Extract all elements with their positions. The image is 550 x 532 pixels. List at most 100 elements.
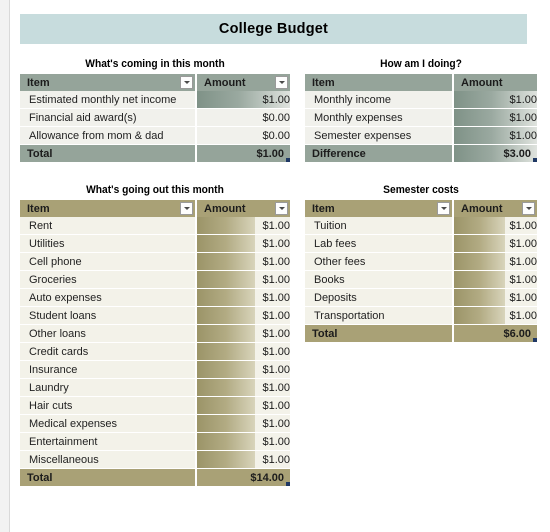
table-row[interactable]: Hair cuts $1.00 [20,396,290,415]
table-row[interactable]: Insurance $1.00 [20,360,290,379]
table-row[interactable]: Allowance from mom & dad $0.00 [20,126,290,145]
cell-item[interactable]: Credit cards [20,342,196,361]
cell-amount[interactable]: $1.00 [195,252,290,271]
cell-item[interactable]: Other loans [20,324,196,343]
cell-amount[interactable]: $1.00 [195,432,290,451]
cell-amount[interactable]: $1.00 [195,288,290,307]
cell-amount[interactable]: $1.00 [195,234,290,253]
table-resize-handle[interactable] [286,482,290,486]
cell-amount[interactable]: $1.00 [195,324,290,343]
table-row[interactable]: Medical expenses $1.00 [20,414,290,433]
table-row[interactable]: Estimated monthly net income $1.00 [20,91,290,109]
table-row[interactable]: Laundry $1.00 [20,378,290,397]
cell-amount[interactable]: $1.00 [195,342,290,361]
table-row[interactable]: Semester expenses $1.00 [305,126,537,145]
filter-dropdown-item-icon[interactable] [180,202,193,215]
filter-dropdown-amount-icon[interactable] [275,76,288,89]
cell-amount[interactable]: $1.00 [195,396,290,415]
cell-item[interactable]: Auto expenses [20,288,196,307]
cell-item[interactable]: Tuition [305,217,453,235]
data-bar [454,289,506,306]
cell-amount[interactable]: $1.00 [452,91,537,109]
amount-value: $1.00 [509,111,537,124]
table-row[interactable]: Financial aid award(s) $0.00 [20,108,290,127]
cell-item[interactable]: Monthly expenses [305,108,453,127]
table-row[interactable]: Monthly expenses $1.00 [305,108,537,127]
cell-item[interactable]: Utilities [20,234,196,253]
table-row[interactable]: Lab fees $1.00 [305,234,537,253]
cell-amount[interactable]: $1.00 [195,414,290,433]
table-resize-handle[interactable] [286,158,290,162]
table-row[interactable]: Tuition $1.00 [305,217,537,235]
cell-amount[interactable]: $1.00 [452,217,537,235]
cell-amount[interactable]: $1.00 [195,360,290,379]
table-row[interactable]: Groceries $1.00 [20,270,290,289]
cell-item[interactable]: Medical expenses [20,414,196,433]
cell-amount[interactable]: $1.00 [195,217,290,235]
table-row[interactable]: Monthly income $1.00 [305,91,537,109]
cell-item[interactable]: Cell phone [20,252,196,271]
cell-item[interactable]: Semester expenses [305,126,453,145]
table-body: Item Amount Estimated monthly net income $1… [20,74,290,162]
amount-value: $1.00 [262,363,290,376]
column-header-amount: Amount [195,74,290,91]
cell-item[interactable]: Lab fees [305,234,453,253]
cell-item[interactable]: Monthly income [305,91,453,109]
cell-amount[interactable]: $1.00 [452,234,537,253]
cell-item[interactable]: Financial aid award(s) [20,108,196,127]
cell-item[interactable]: Deposits [305,288,453,307]
data-bar [197,289,255,306]
table-row[interactable]: Rent $1.00 [20,217,290,235]
cell-item[interactable]: Books [305,270,453,289]
filter-dropdown-item-icon[interactable] [437,202,450,215]
total-amount-cell: $6.00 [452,324,537,342]
column-header-amount: Amount [195,200,290,217]
cell-amount[interactable]: $1.00 [195,450,290,469]
cell-item[interactable]: Estimated monthly net income [20,91,196,109]
table-row[interactable]: Utilities $1.00 [20,234,290,253]
filter-dropdown-item-icon[interactable] [180,76,193,89]
table-row[interactable]: Deposits $1.00 [305,288,537,307]
cell-amount[interactable]: $1.00 [452,306,537,325]
table-row[interactable]: Miscellaneous $1.00 [20,450,290,469]
table-resize-handle[interactable] [533,338,537,342]
data-bar [197,235,255,252]
filter-dropdown-amount-icon[interactable] [522,202,535,215]
cell-item[interactable]: Laundry [20,378,196,397]
cell-amount[interactable]: $1.00 [452,108,537,127]
table-row[interactable]: Books $1.00 [305,270,537,289]
table-row[interactable]: Student loans $1.00 [20,306,290,325]
cell-amount[interactable]: $1.00 [452,288,537,307]
table-resize-handle[interactable] [533,158,537,162]
table-row[interactable]: Cell phone $1.00 [20,252,290,271]
table-row[interactable]: Credit cards $1.00 [20,342,290,361]
table-status: How am I doing? Item Amount Monthly income… [305,58,537,162]
cell-item[interactable]: Transportation [305,306,453,325]
table-row[interactable]: Auto expenses $1.00 [20,288,290,307]
cell-item[interactable]: Allowance from mom & dad [20,126,196,145]
cell-item[interactable]: Entertainment [20,432,196,451]
filter-dropdown-amount-icon[interactable] [275,202,288,215]
cell-amount[interactable]: $0.00 [195,126,290,145]
cell-item[interactable]: Groceries [20,270,196,289]
table-total-row: Total $1.00 [20,144,290,162]
cell-amount[interactable]: $1.00 [195,378,290,397]
cell-amount[interactable]: $1.00 [195,270,290,289]
cell-amount[interactable]: $1.00 [452,270,537,289]
amount-value: $1.00 [262,291,290,304]
table-row[interactable]: Transportation $1.00 [305,306,537,325]
cell-item[interactable]: Rent [20,217,196,235]
table-row[interactable]: Other loans $1.00 [20,324,290,343]
cell-amount[interactable]: $1.00 [452,252,537,271]
cell-amount[interactable]: $1.00 [195,306,290,325]
table-row[interactable]: Entertainment $1.00 [20,432,290,451]
cell-item[interactable]: Hair cuts [20,396,196,415]
cell-item[interactable]: Insurance [20,360,196,379]
table-row[interactable]: Other fees $1.00 [305,252,537,271]
cell-item[interactable]: Other fees [305,252,453,271]
cell-item[interactable]: Miscellaneous [20,450,196,469]
cell-item[interactable]: Student loans [20,306,196,325]
cell-amount[interactable]: $0.00 [195,108,290,127]
cell-amount[interactable]: $1.00 [452,126,537,145]
cell-amount[interactable]: $1.00 [195,91,290,109]
